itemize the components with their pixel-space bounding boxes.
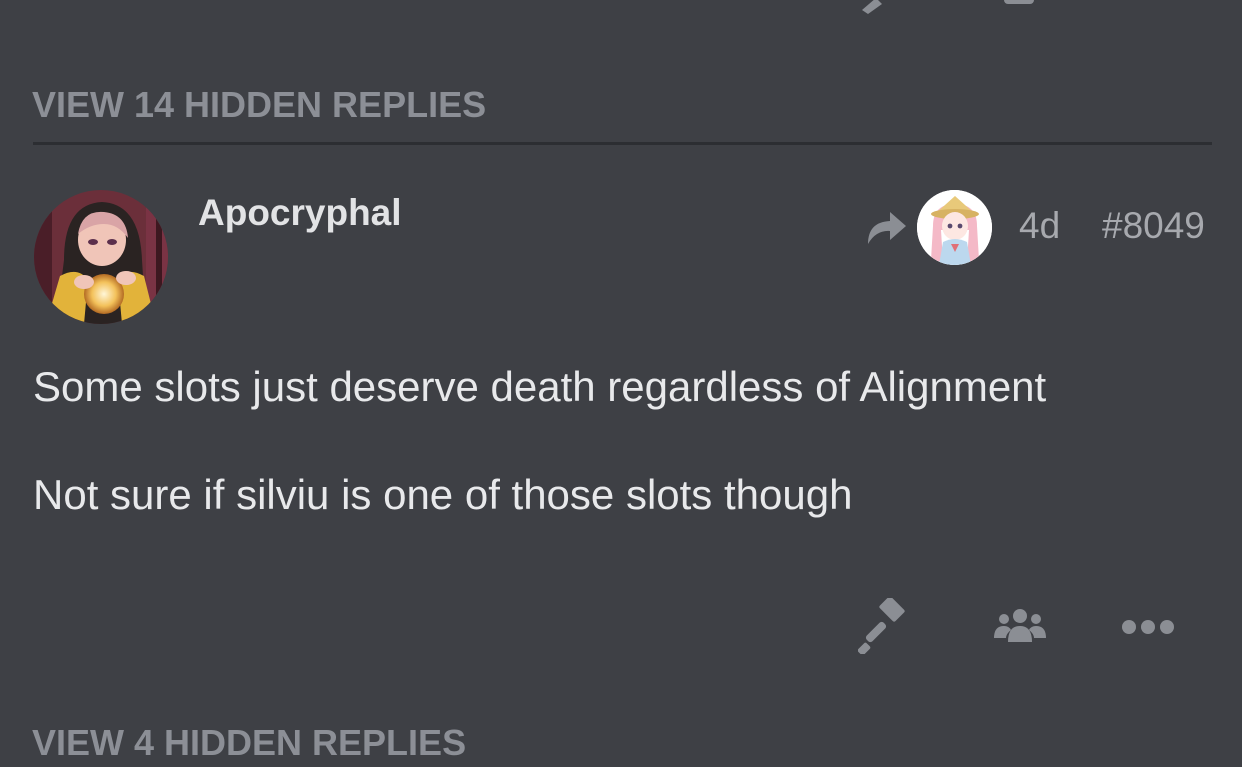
avatar-image xyxy=(34,190,168,324)
post-paragraph: Not sure if silviu is one of those slots… xyxy=(33,471,853,518)
post-time: 4d xyxy=(1019,205,1061,246)
reply-arrow-icon xyxy=(868,212,906,244)
post-paragraph: Some slots just deserve death regardless… xyxy=(33,363,1047,410)
group-icon[interactable] xyxy=(1000,0,1040,14)
gavel-icon[interactable] xyxy=(856,0,896,14)
view-hidden-replies-link[interactable]: VIEW 14 HIDDEN REPLIES xyxy=(32,84,486,126)
post-body: Some slots just deserve death regardless… xyxy=(33,360,1213,522)
post-author[interactable]: Apocryphal xyxy=(198,192,402,234)
previous-post-actions xyxy=(0,0,1242,14)
reply-to-avatar-image xyxy=(917,190,992,265)
view-hidden-replies-link[interactable]: VIEW 4 HIDDEN REPLIES xyxy=(32,722,466,764)
divider xyxy=(33,142,1212,145)
reply-to-avatar[interactable] xyxy=(917,190,992,265)
group-icon[interactable] xyxy=(992,606,1048,646)
post-number[interactable]: #8049 xyxy=(1102,205,1205,247)
more-options-icon[interactable] xyxy=(1120,614,1176,640)
gavel-icon[interactable] xyxy=(858,598,914,654)
avatar[interactable] xyxy=(34,190,168,324)
